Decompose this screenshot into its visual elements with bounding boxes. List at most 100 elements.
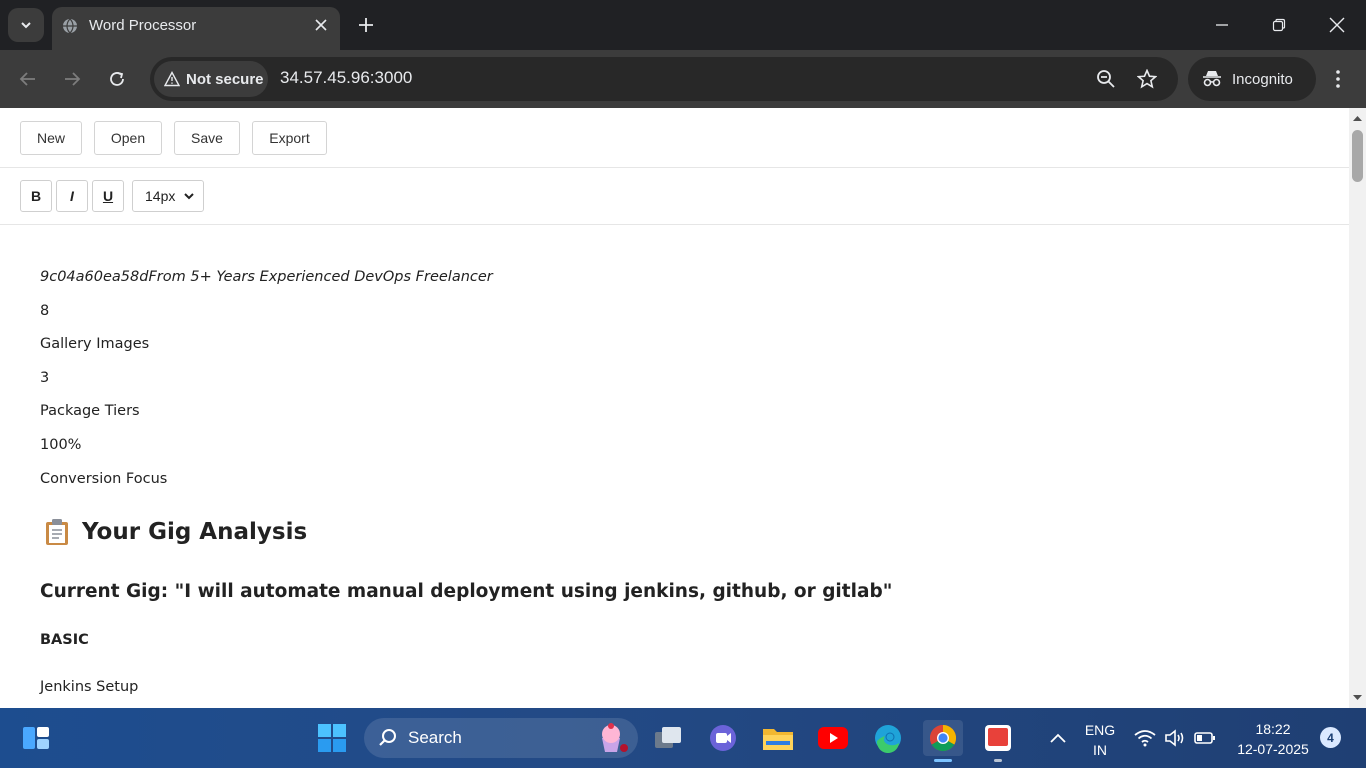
arrow-right-icon bbox=[65, 72, 81, 86]
scroll-up-arrow-icon[interactable] bbox=[1352, 113, 1363, 124]
minimize-button[interactable] bbox=[1210, 13, 1234, 37]
incognito-label: Incognito bbox=[1232, 70, 1293, 88]
incognito-indicator[interactable]: Incognito bbox=[1188, 57, 1316, 101]
browser-tabstrip: Word Processor bbox=[0, 0, 1366, 50]
folder-icon bbox=[763, 729, 793, 750]
os-taskbar: Search ENG IN 18:22 12-07-2025 4 bbox=[0, 708, 1366, 768]
search-label: Search bbox=[408, 728, 462, 747]
tab-close-button[interactable] bbox=[312, 16, 330, 34]
zoom-icon bbox=[1097, 70, 1115, 88]
font-size-select[interactable]: 14px bbox=[132, 180, 204, 212]
format-toolbar: B I U 14px bbox=[0, 168, 1349, 225]
app-running-indicator bbox=[994, 759, 1002, 762]
close-icon bbox=[315, 19, 327, 31]
language-code: ENG bbox=[1084, 722, 1116, 738]
tab-title: Word Processor bbox=[89, 17, 197, 34]
browser-tab[interactable]: Word Processor bbox=[52, 7, 340, 50]
new-tab-button[interactable] bbox=[354, 13, 378, 37]
clock[interactable]: 18:22 12-07-2025 bbox=[1228, 719, 1318, 759]
notification-badge[interactable]: 4 bbox=[1320, 727, 1341, 748]
forward-button[interactable] bbox=[60, 67, 84, 91]
zoom-button[interactable] bbox=[1094, 67, 1118, 91]
clipboard-icon bbox=[46, 519, 68, 545]
stat-label: Package Tiers bbox=[40, 403, 140, 419]
system-tray-status[interactable] bbox=[1130, 720, 1220, 756]
security-label: Not secure bbox=[186, 70, 264, 88]
clock-date: 12-07-2025 bbox=[1237, 741, 1309, 757]
close-icon bbox=[1329, 17, 1345, 33]
widgets-button[interactable] bbox=[18, 720, 54, 756]
tier-heading: BASIC bbox=[40, 632, 89, 648]
arrow-left-icon bbox=[19, 72, 35, 86]
italic-button[interactable]: I bbox=[56, 180, 88, 212]
cupcake-icon bbox=[602, 723, 628, 752]
search-icon bbox=[379, 729, 396, 746]
section-heading-text: Your Gig Analysis bbox=[82, 519, 308, 545]
page-scrollbar[interactable] bbox=[1349, 108, 1366, 708]
section-heading: Your Gig Analysis bbox=[40, 518, 307, 546]
chevron-up-icon bbox=[1050, 733, 1066, 743]
incognito-icon bbox=[1203, 71, 1221, 87]
clock-time: 18:22 bbox=[1255, 721, 1291, 737]
tab-search-button[interactable] bbox=[8, 8, 44, 42]
battery-icon bbox=[1194, 732, 1215, 744]
address-bar[interactable]: Not secure 34.57.45.96:3000 bbox=[150, 57, 1178, 101]
chevron-down-icon bbox=[184, 193, 194, 200]
close-window-button[interactable] bbox=[1325, 13, 1349, 37]
start-button[interactable] bbox=[314, 720, 350, 756]
restore-icon bbox=[1272, 18, 1286, 32]
chrome-button[interactable] bbox=[923, 720, 963, 756]
browser-toolbar: Not secure 34.57.45.96:3000 Incognito bbox=[0, 50, 1366, 108]
reload-button[interactable] bbox=[105, 67, 129, 91]
edge-button[interactable] bbox=[870, 720, 906, 756]
save-button[interactable]: Save bbox=[174, 121, 240, 155]
stat-label: Conversion Focus bbox=[40, 471, 168, 487]
red-app-icon bbox=[985, 725, 1011, 751]
stat-value: 100% bbox=[40, 437, 82, 453]
bold-button[interactable]: B bbox=[20, 180, 52, 212]
minimize-icon bbox=[1216, 24, 1228, 26]
chrome-icon bbox=[929, 724, 957, 752]
youtube-icon bbox=[818, 727, 848, 749]
meet-app-button[interactable] bbox=[705, 720, 741, 756]
font-size-value: 14px bbox=[145, 188, 176, 204]
widgets-icon bbox=[23, 727, 49, 749]
language-region: IN bbox=[1093, 742, 1107, 758]
taskbar-search[interactable]: Search bbox=[364, 718, 638, 758]
warning-icon bbox=[164, 71, 180, 87]
bookmark-button[interactable] bbox=[1135, 67, 1159, 91]
export-button[interactable]: Export bbox=[252, 121, 327, 155]
chrome-active-indicator bbox=[934, 759, 952, 762]
chevron-down-icon bbox=[21, 22, 31, 29]
volume-icon bbox=[1165, 729, 1184, 747]
more-vertical-icon bbox=[1336, 70, 1340, 88]
tray-overflow-button[interactable] bbox=[1040, 720, 1076, 756]
security-chip[interactable]: Not secure bbox=[154, 61, 268, 97]
restore-button[interactable] bbox=[1267, 13, 1291, 37]
stat-label: Gallery Images bbox=[40, 336, 150, 352]
browser-menu-button[interactable] bbox=[1328, 67, 1348, 91]
stat-value: 8 bbox=[40, 303, 50, 319]
url-text[interactable]: 34.57.45.96:3000 bbox=[280, 68, 412, 88]
page-viewport: New Open Save Export B I U 14px 9c04a60e… bbox=[0, 108, 1349, 708]
windows-logo-icon bbox=[318, 724, 346, 752]
stat-value: 3 bbox=[40, 370, 50, 386]
language-indicator[interactable]: ENG IN bbox=[1080, 720, 1120, 760]
new-button[interactable]: New bbox=[20, 121, 82, 155]
scroll-thumb[interactable] bbox=[1352, 130, 1363, 182]
task-view-icon bbox=[655, 727, 681, 748]
plus-icon bbox=[359, 18, 373, 32]
scroll-down-arrow-icon[interactable] bbox=[1352, 692, 1363, 703]
intro-line: 9c04a60ea58dFrom 5+ Years Experienced De… bbox=[40, 269, 493, 285]
file-explorer-button[interactable] bbox=[760, 720, 796, 756]
underline-button[interactable]: U bbox=[92, 180, 124, 212]
tier-item: Jenkins Setup bbox=[40, 679, 139, 695]
reload-icon bbox=[110, 72, 124, 86]
globe-icon bbox=[63, 18, 77, 34]
open-button[interactable]: Open bbox=[94, 121, 162, 155]
current-gig-heading: Current Gig: "I will automate manual dep… bbox=[40, 581, 893, 602]
youtube-button[interactable] bbox=[815, 720, 851, 756]
back-button[interactable] bbox=[16, 67, 40, 91]
app-button[interactable] bbox=[980, 720, 1016, 756]
task-view-button[interactable] bbox=[650, 720, 686, 756]
